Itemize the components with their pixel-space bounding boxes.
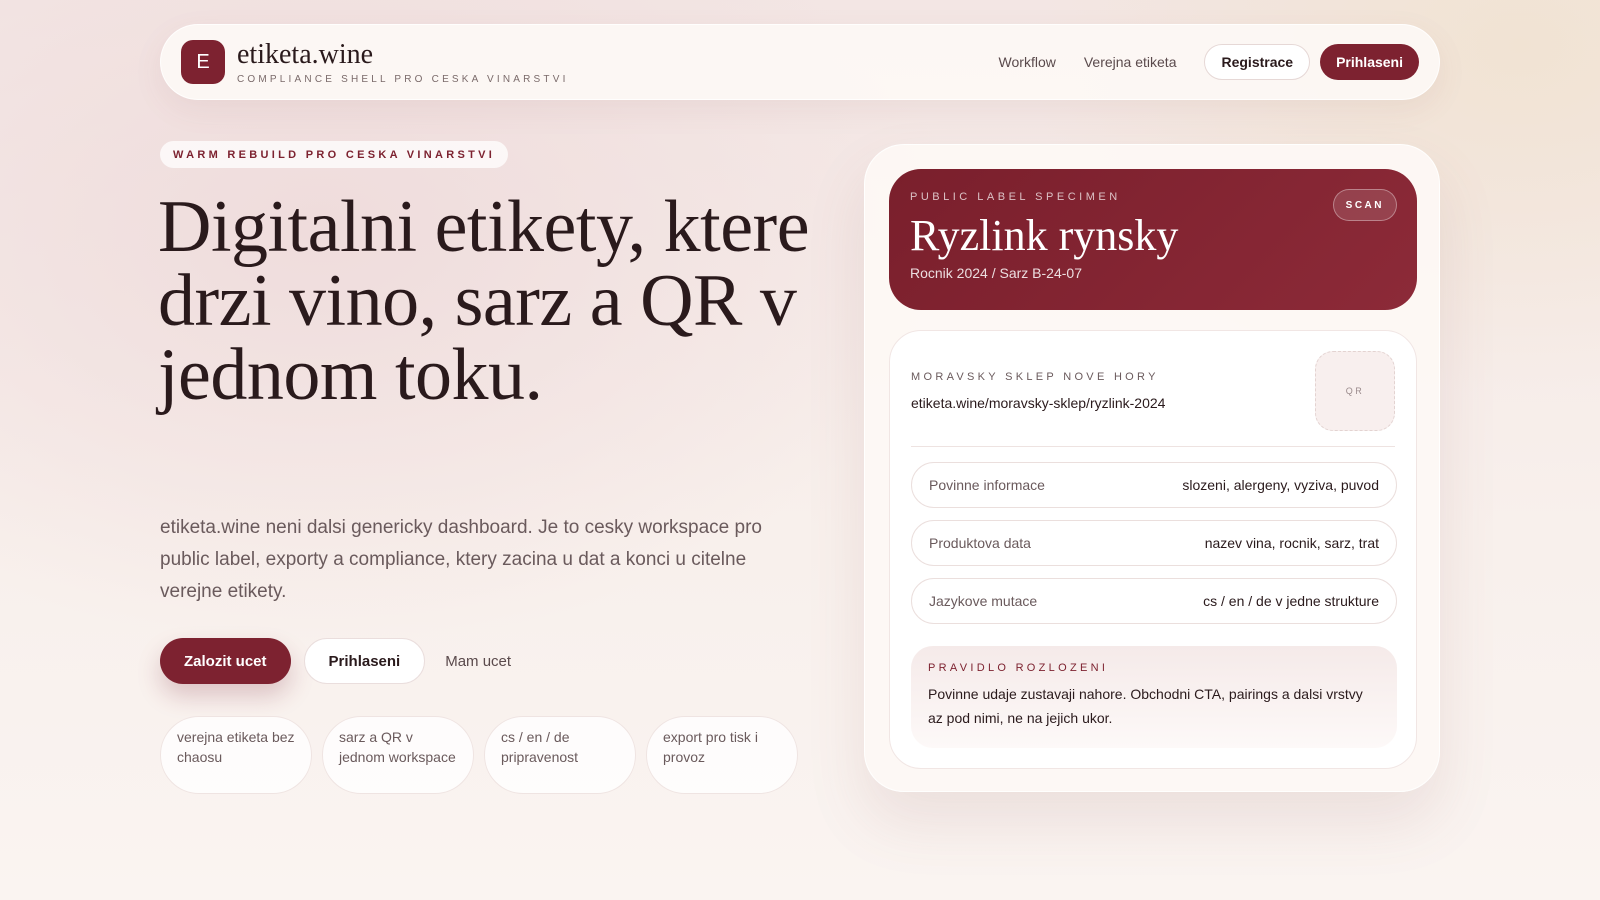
layout-rule-text: Povinne udaje zustavaji nahore. Obchodni… (928, 686, 1363, 726)
info-row-key: Povinne informace (929, 477, 1045, 493)
layout-rule-box: PRAVIDLO ROZLOZENI Povinne udaje zustava… (911, 646, 1397, 748)
logo-badge[interactable]: E (181, 40, 225, 84)
specimen-detail: MORAVSKY SKLEP NOVE HORY etiketa.wine/mo… (889, 330, 1417, 769)
divider (911, 446, 1395, 447)
feature-pills: verejna etiketa bez chaosu sarz a QR v j… (160, 716, 808, 794)
login-button[interactable]: Prihlaseni (1320, 44, 1419, 80)
qr-code-placeholder: QR (1315, 351, 1395, 431)
feature-pill: cs / en / de pripravenost (484, 716, 636, 794)
nav-links: Workflow Verejna etiketa Registrace Prih… (999, 44, 1419, 80)
scan-button[interactable]: SCAN (1332, 189, 1397, 221)
hero-eyebrow: WARM REBUILD PRO CESKA VINARSTVI (160, 141, 509, 168)
label-specimen-card: PUBLIC LABEL SPECIMEN Ryzlink rynsky Roc… (864, 144, 1440, 792)
info-row-value: slozeni, alergeny, vyziva, puvod (1182, 477, 1379, 493)
top-navbar: E etiketa.wine COMPLIANCE SHELL PRO CESK… (160, 24, 1440, 100)
info-row-key: Jazykove mutace (929, 593, 1038, 609)
specimen-header: PUBLIC LABEL SPECIMEN Ryzlink rynsky Roc… (889, 169, 1417, 310)
hero-headline: Digitalni etikety, ktere drzi vino, sarz… (158, 186, 810, 416)
public-label-url[interactable]: etiketa.wine/moravsky-sklep/ryzlink-2024 (911, 395, 1165, 411)
feature-pill: verejna etiketa bez chaosu (160, 716, 312, 794)
create-account-button[interactable]: Zalozit ucet (160, 638, 291, 684)
feature-pill: sarz a QR v jednom workspace (322, 716, 474, 794)
wine-vintage-batch: Rocnik 2024 / Sarz B-24-07 (910, 265, 1082, 281)
specimen-kicker: PUBLIC LABEL SPECIMEN (910, 191, 1121, 203)
info-row-value: nazev vina, rocnik, sarz, trat (1204, 535, 1379, 551)
hero-login-button[interactable]: Prihlaseni (303, 638, 426, 684)
cta-row: Zalozit ucet Prihlaseni Mam ucet (160, 638, 511, 684)
brand-tagline: COMPLIANCE SHELL PRO CESKA VINARSTVI (237, 73, 569, 85)
have-account-link[interactable]: Mam ucet (445, 653, 511, 670)
info-row: Jazykove mutace cs / en / de v jedne str… (911, 578, 1397, 624)
producer-name: MORAVSKY SKLEP NOVE HORY (911, 371, 1159, 383)
wine-title: Ryzlink rynsky (910, 211, 1179, 260)
layout-rule-kicker: PRAVIDLO ROZLOZENI (928, 662, 1109, 674)
brand-name: etiketa.wine (237, 38, 374, 70)
brand[interactable]: etiketa.wine COMPLIANCE SHELL PRO CESKA … (237, 38, 569, 85)
info-row-value: cs / en / de v jedne strukture (1203, 593, 1379, 609)
register-button[interactable]: Registrace (1204, 44, 1311, 80)
nav-link-public-label[interactable]: Verejna etiketa (1084, 54, 1177, 70)
nav-link-workflow[interactable]: Workflow (999, 54, 1056, 70)
info-row: Produktova data nazev vina, rocnik, sarz… (911, 520, 1397, 566)
hero-lead: etiketa.wine neni dalsi genericky dashbo… (160, 517, 762, 602)
info-row-key: Produktova data (929, 535, 1031, 551)
info-row: Povinne informace slozeni, alergeny, vyz… (911, 462, 1397, 508)
feature-pill: export pro tisk i provoz (646, 716, 798, 794)
